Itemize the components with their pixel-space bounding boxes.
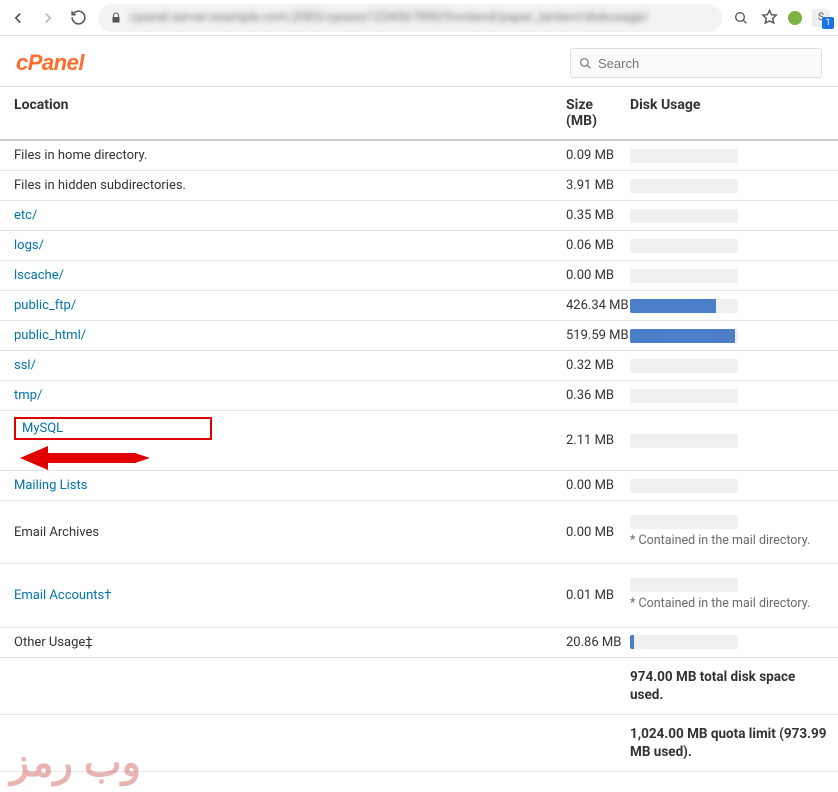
table-row: public_html/519.59 MB xyxy=(0,321,838,351)
usage-cell xyxy=(620,428,838,454)
usage-cell xyxy=(620,293,838,319)
location-label: Files in hidden subdirectories. xyxy=(14,178,186,193)
usage-note: * Contained in the mail directory. xyxy=(630,533,828,549)
usage-bar xyxy=(630,269,738,283)
size-cell: 20.86 MB xyxy=(560,629,620,656)
usage-bar xyxy=(630,578,738,592)
size-cell: 0.09 MB xyxy=(560,142,620,169)
address-bar[interactable]: cpanel.server.example.com:2083/cpsess123… xyxy=(98,4,722,32)
total-text: 974.00 MB total disk space used. xyxy=(620,658,838,714)
table-row: Email Archives 0.00 MB * Contained in the … xyxy=(0,501,838,564)
location-label[interactable]: public_ftp/ xyxy=(14,298,76,313)
size-cell: 0.01 MB xyxy=(560,582,620,609)
table-row: etc/0.35 MB xyxy=(0,201,838,231)
usage-bar xyxy=(630,515,738,529)
usage-bar xyxy=(630,434,738,448)
usage-bar xyxy=(630,635,738,649)
size-cell: 0.00 MB xyxy=(560,262,620,289)
location-label: Files in home directory. xyxy=(14,148,147,163)
usage-cell xyxy=(620,353,838,379)
table-row: tmp/0.36 MB xyxy=(0,381,838,411)
size-cell: 0.32 MB xyxy=(560,352,620,379)
location-label: Other Usage‡ xyxy=(14,635,93,650)
table-footer-quota: 1,024.00 MB quota limit (973.99 MB used)… xyxy=(0,715,838,772)
usage-cell xyxy=(620,629,838,655)
usage-cell xyxy=(620,233,838,259)
usage-bar xyxy=(630,149,738,163)
size-cell: 0.00 MB xyxy=(560,519,620,546)
zoom-icon[interactable] xyxy=(732,9,750,27)
browser-toolbar: cpanel.server.example.com:2083/cpsess123… xyxy=(0,0,838,36)
highlight-box: MySQL xyxy=(14,417,212,440)
forward-button[interactable] xyxy=(38,8,58,28)
usage-bar xyxy=(630,359,738,373)
location-label[interactable]: tmp/ xyxy=(14,388,42,403)
table-row: Other Usage‡ 20.86 MB xyxy=(0,628,838,658)
usage-cell xyxy=(620,263,838,289)
size-cell: 426.34 MB xyxy=(560,292,620,319)
location-label[interactable]: ssl/ xyxy=(14,358,36,373)
usage-bar xyxy=(630,299,738,313)
table-header: Location Size (MB) Disk Usage xyxy=(0,86,838,141)
size-cell: 2.11 MB xyxy=(560,427,620,454)
usage-bar xyxy=(630,389,738,403)
usage-cell xyxy=(620,203,838,229)
usage-cell: * Contained in the mail directory. xyxy=(620,509,838,555)
size-cell: 0.06 MB xyxy=(560,232,620,259)
size-cell: 0.35 MB xyxy=(560,202,620,229)
usage-cell xyxy=(620,323,838,349)
back-button[interactable] xyxy=(8,8,28,28)
search-icon xyxy=(579,57,592,70)
usage-cell xyxy=(620,473,838,499)
table-footer-total: 974.00 MB total disk space used. xyxy=(0,658,838,715)
usage-cell xyxy=(620,173,838,199)
extension-badge[interactable]: S 1 xyxy=(812,9,830,27)
extension-dot-icon[interactable] xyxy=(788,11,802,25)
annotation-arrow-icon xyxy=(14,440,546,464)
extension-badge-count: 1 xyxy=(822,17,834,29)
table-row: Files in hidden subdirectories. 3.91 MB xyxy=(0,171,838,201)
location-label: Email Archives xyxy=(14,525,99,540)
usage-cell xyxy=(620,383,838,409)
usage-bar xyxy=(630,239,738,253)
usage-bar xyxy=(630,329,738,343)
search-box[interactable] xyxy=(570,48,822,78)
usage-note: * Contained in the mail directory. xyxy=(630,596,828,612)
usage-bar xyxy=(630,209,738,223)
location-label[interactable]: MySQL xyxy=(22,421,63,436)
table-row: MySQL 2.11 MB xyxy=(0,411,838,471)
search-input[interactable] xyxy=(598,56,813,71)
lock-icon xyxy=(110,12,122,24)
usage-cell: * Contained in the mail directory. xyxy=(620,572,838,618)
col-header-location: Location xyxy=(0,87,560,139)
table-row: ssl/0.32 MB xyxy=(0,351,838,381)
location-label[interactable]: logs/ xyxy=(14,238,44,253)
usage-bar xyxy=(630,479,738,493)
table-row: public_ftp/426.34 MB xyxy=(0,291,838,321)
usage-bar xyxy=(630,179,738,193)
location-label[interactable]: lscache/ xyxy=(14,268,64,283)
table-row: Mailing Lists 0.00 MB xyxy=(0,471,838,501)
reload-button[interactable] xyxy=(68,8,88,28)
quota-text: 1,024.00 MB quota limit (973.99 MB used)… xyxy=(620,715,838,771)
location-label[interactable]: public_html/ xyxy=(14,328,86,343)
table-row: lscache/0.00 MB xyxy=(0,261,838,291)
cpanel-logo: cPanel xyxy=(16,50,84,76)
location-label[interactable]: Mailing Lists xyxy=(14,478,87,493)
table-row: Files in home directory. 0.09 MB xyxy=(0,141,838,171)
bookmark-star-icon[interactable] xyxy=(760,9,778,27)
size-cell: 0.00 MB xyxy=(560,472,620,499)
location-label[interactable]: etc/ xyxy=(14,208,37,223)
size-cell: 0.36 MB xyxy=(560,382,620,409)
size-cell: 3.91 MB xyxy=(560,172,620,199)
size-cell: 519.59 MB xyxy=(560,322,620,349)
url-text: cpanel.server.example.com:2083/cpsess123… xyxy=(130,10,649,25)
disk-usage-table: Location Size (MB) Disk Usage Files in h… xyxy=(0,86,838,792)
col-header-usage: Disk Usage xyxy=(620,87,838,139)
location-label[interactable]: Email Accounts† xyxy=(14,588,111,603)
table-row: logs/0.06 MB xyxy=(0,231,838,261)
usage-cell xyxy=(620,143,838,169)
col-header-size: Size (MB) xyxy=(560,87,620,139)
table-row: Email Accounts† 0.01 MB * Contained in the… xyxy=(0,564,838,627)
